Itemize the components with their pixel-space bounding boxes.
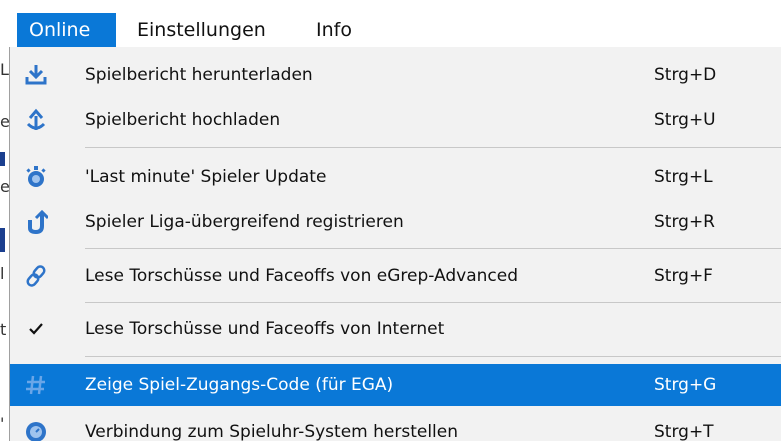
menu-item-shortcut: Strg+G — [654, 375, 717, 395]
undo-arrow-icon — [24, 209, 50, 235]
menu-item-shortcut: Strg+F — [654, 266, 713, 286]
upload-icon — [24, 108, 48, 132]
menu-item-connect-clock[interactable]: Verbindung zum Spieluhr-System herstelle… — [10, 411, 781, 441]
background-text-fragment: l — [0, 264, 5, 283]
download-icon — [24, 63, 48, 87]
background-text-fragment: L — [0, 60, 9, 79]
menu-item-label: 'Last minute' Spieler Update — [85, 167, 327, 187]
background-text-fragment: ' — [0, 414, 5, 433]
menubar: Online Einstellungen Info — [0, 0, 781, 47]
menu-item-show-access-code[interactable]: Zeige Spiel-Zugangs-Code (für EGA) Strg+… — [10, 364, 781, 406]
menu-item-label: Spielbericht herunterladen — [85, 65, 313, 85]
menu-item-shortcut: Strg+R — [654, 212, 715, 232]
application-window: L e e l t ' Online Einstellungen Info Sp… — [0, 0, 781, 441]
menu-info[interactable]: Info — [304, 13, 364, 47]
menu-item-label: Spieler Liga-übergreifend registrieren — [85, 212, 404, 232]
menu-separator — [85, 302, 781, 303]
clock-icon — [24, 420, 48, 441]
stopwatch-icon — [24, 165, 48, 189]
menu-separator — [85, 248, 781, 249]
background-bar — [0, 228, 5, 252]
menu-item-label: Spielbericht hochladen — [85, 110, 281, 130]
menu-separator — [85, 356, 781, 357]
menu-item-label: Lese Torschüsse und Faceoffs von Interne… — [85, 319, 445, 339]
background-text-fragment: t — [0, 320, 7, 339]
hash-icon — [24, 373, 48, 397]
link-icon — [24, 264, 48, 288]
menu-item-upload-report[interactable]: Spielbericht hochladen Strg+U — [10, 99, 781, 141]
menu-online[interactable]: Online — [17, 13, 116, 47]
menu-item-shortcut: Strg+U — [654, 110, 716, 130]
online-dropdown-menu: Spielbericht herunterladen Strg+D Spielb… — [9, 47, 781, 441]
background-bar — [0, 152, 5, 166]
menu-item-last-minute-update[interactable]: 'Last minute' Spieler Update Strg+L — [10, 156, 781, 198]
menu-item-label: Verbindung zum Spieluhr-System herstelle… — [85, 422, 458, 441]
menu-item-label: Zeige Spiel-Zugangs-Code (für EGA) — [85, 375, 394, 395]
menu-item-shortcut: Strg+D — [654, 65, 717, 85]
menu-item-read-egrep[interactable]: Lese Torschüsse und Faceoffs von eGrep-A… — [10, 255, 781, 297]
menu-item-shortcut: Strg+L — [654, 167, 713, 187]
menu-item-read-internet[interactable]: Lese Torschüsse und Faceoffs von Interne… — [10, 308, 781, 350]
menu-item-shortcut: Strg+T — [654, 422, 714, 441]
menu-separator — [85, 147, 781, 148]
checkmark-icon — [24, 308, 48, 350]
menu-item-label: Lese Torschüsse und Faceoffs von eGrep-A… — [85, 266, 518, 286]
menu-item-register-player[interactable]: Spieler Liga-übergreifend registrieren S… — [10, 201, 781, 243]
menu-einstellungen[interactable]: Einstellungen — [125, 13, 278, 47]
menu-item-download-report[interactable]: Spielbericht herunterladen Strg+D — [10, 54, 781, 96]
